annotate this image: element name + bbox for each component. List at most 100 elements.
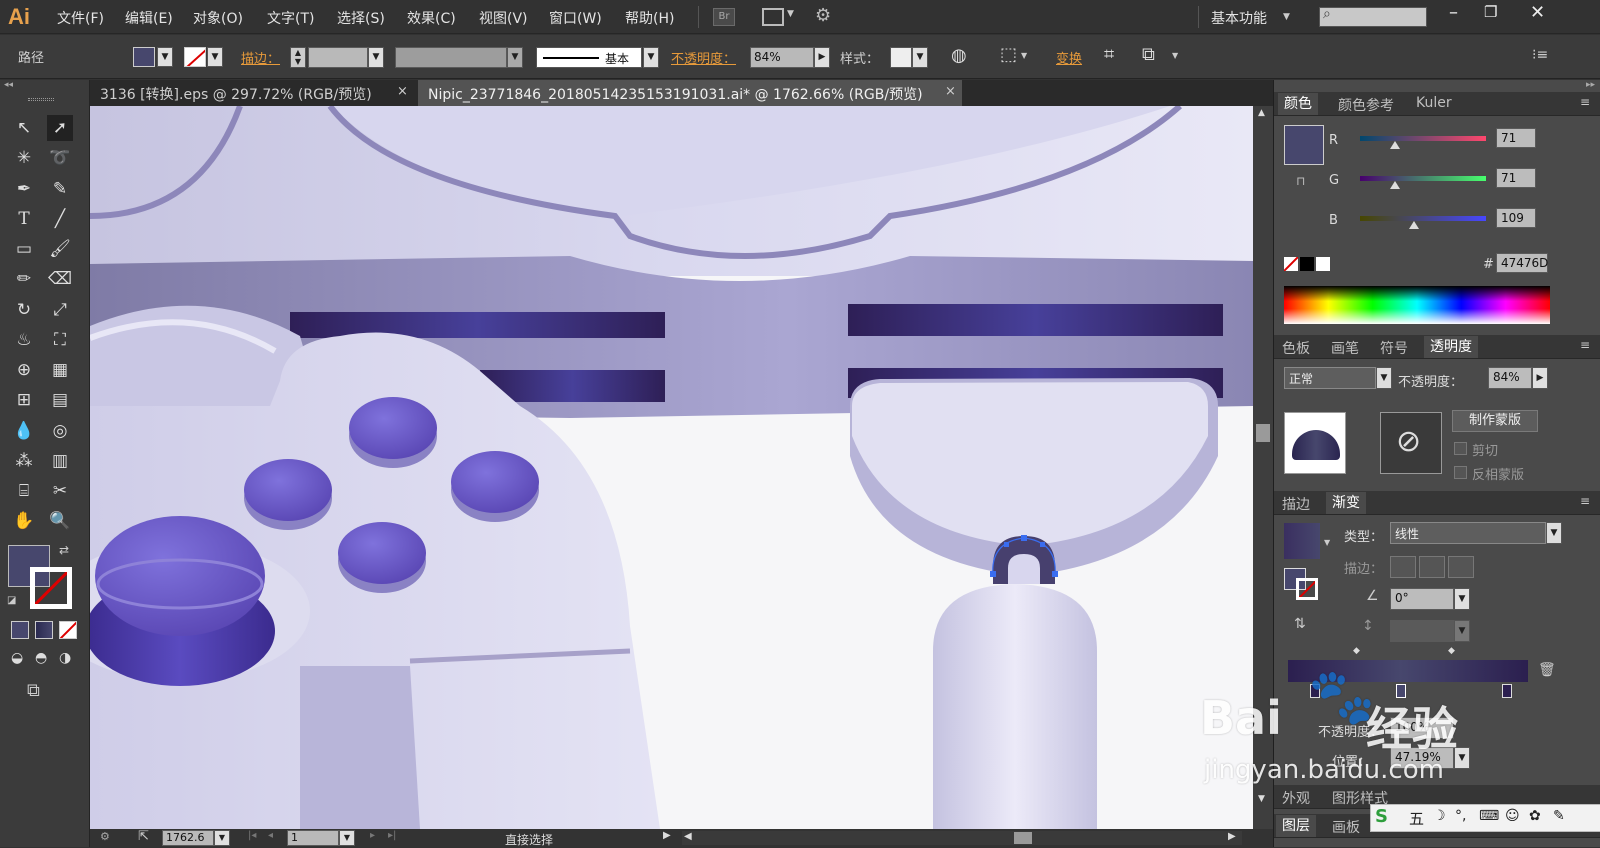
restore-icon[interactable]: ❐ bbox=[1484, 3, 1497, 21]
gradient-preview-swatch[interactable] bbox=[1284, 523, 1320, 559]
profile-dropdown[interactable]: ▼ bbox=[507, 47, 523, 68]
menu-effect[interactable]: 效果(C) bbox=[407, 8, 456, 28]
close-icon[interactable]: ✕ bbox=[1530, 2, 1545, 23]
tab-symbols[interactable]: 符号 bbox=[1380, 338, 1408, 358]
tab-close-icon[interactable]: × bbox=[397, 84, 408, 99]
menu-edit[interactable]: 编辑(E) bbox=[125, 8, 173, 28]
aspect-dropdown[interactable]: ▼ bbox=[1454, 620, 1470, 642]
blend-mode-select[interactable]: 正常 bbox=[1284, 367, 1376, 389]
transparency-opacity-dropdown[interactable]: ▶ bbox=[1532, 367, 1548, 389]
stroke-label[interactable]: 描边： bbox=[241, 48, 280, 67]
first-page-icon[interactable]: |◂ bbox=[248, 830, 256, 841]
hex-value-field[interactable]: 47476D bbox=[1496, 253, 1548, 273]
scroll-up-icon[interactable]: ▲ bbox=[1258, 108, 1265, 118]
stroke-none-icon[interactable] bbox=[30, 567, 72, 609]
blend-tool-icon[interactable]: ◎ bbox=[47, 418, 73, 444]
horizontal-scrollbar[interactable]: ◀ ▶ bbox=[682, 831, 1242, 845]
stroke-dropdown[interactable]: ▼ bbox=[207, 47, 223, 67]
current-color-swatch[interactable] bbox=[1284, 125, 1324, 165]
menu-file[interactable]: 文件(F) bbox=[57, 8, 104, 28]
export-icon[interactable]: ⇱ bbox=[138, 829, 149, 844]
out-of-web-icon[interactable]: ⊓ bbox=[1296, 174, 1305, 188]
zoom-tool-icon[interactable]: 🔍 bbox=[47, 508, 73, 534]
tab-brushes[interactable]: 画笔 bbox=[1331, 338, 1359, 358]
panel-menu-icon[interactable]: ≡ bbox=[1580, 95, 1590, 109]
moon-icon[interactable]: ☽ bbox=[1433, 808, 1446, 824]
scroll-left-icon[interactable]: ◀ bbox=[684, 831, 692, 842]
stroke-weight-stepper[interactable]: ▲ ▼ bbox=[290, 47, 306, 68]
midpoint-marker-icon[interactable]: ◆ bbox=[1353, 646, 1360, 656]
zoom-dropdown[interactable]: ▼ bbox=[214, 830, 230, 846]
minimize-icon[interactable]: – bbox=[1449, 2, 1458, 23]
isolate-icon[interactable]: ⌗ bbox=[1104, 44, 1114, 65]
gradient-mode-icon[interactable] bbox=[35, 621, 53, 639]
blend-mode-dropdown[interactable]: ▼ bbox=[1376, 367, 1392, 389]
hand-tool-icon[interactable]: ✋ bbox=[11, 508, 37, 534]
gradient-stop[interactable] bbox=[1502, 684, 1512, 698]
panel-menu-icon[interactable]: ≡ bbox=[1580, 338, 1590, 352]
gradient-type-dropdown[interactable]: ▼ bbox=[1546, 522, 1562, 544]
tab-kuler[interactable]: Kuler bbox=[1416, 95, 1452, 111]
draw-inside-icon[interactable]: ◑ bbox=[59, 650, 71, 666]
tab-document-2[interactable]: Nipic_23771846_20180514235153191031.ai* … bbox=[418, 80, 962, 106]
tab-gradient[interactable]: 渐变 bbox=[1326, 492, 1366, 514]
rectangle-tool-icon[interactable]: ▭ bbox=[11, 236, 37, 262]
brush-definition[interactable]: 基本 bbox=[536, 47, 642, 68]
keyboard-icon[interactable]: ⌨ bbox=[1479, 808, 1499, 824]
curvature-tool-icon[interactable]: ✎ bbox=[47, 176, 73, 202]
status-gear-icon[interactable]: ⚙ bbox=[100, 830, 110, 843]
b-slider-thumb[interactable] bbox=[1408, 221, 1419, 229]
aspect-ratio-field[interactable] bbox=[1390, 620, 1454, 642]
black-swatch[interactable] bbox=[1300, 257, 1314, 271]
collapse-arrows-icon[interactable]: ◂◂ bbox=[4, 80, 13, 90]
user-icon[interactable]: ☺ bbox=[1505, 808, 1520, 824]
graphic-style-swatch[interactable] bbox=[890, 47, 912, 68]
opacity-field[interactable]: 84% bbox=[750, 47, 814, 68]
menu-select[interactable]: 选择(S) bbox=[337, 8, 385, 28]
gradient-type-select[interactable]: 线性 bbox=[1390, 522, 1546, 544]
clip-checkbox[interactable] bbox=[1454, 442, 1467, 455]
make-mask-button[interactable]: 制作蒙版 bbox=[1452, 410, 1538, 432]
pen-tool-icon[interactable]: ✒ bbox=[11, 176, 37, 202]
tab-transparency[interactable]: 透明度 bbox=[1424, 336, 1478, 358]
lasso-tool-icon[interactable]: ➰ bbox=[47, 145, 73, 171]
pencil-tool-icon[interactable]: ✏ bbox=[11, 266, 37, 292]
stroke-none-swatch[interactable] bbox=[184, 47, 206, 67]
invert-mask-checkbox[interactable] bbox=[1454, 466, 1467, 479]
free-transform-tool-icon[interactable]: ⛶ bbox=[47, 327, 73, 353]
status-menu-arrow-icon[interactable]: ▶ bbox=[663, 830, 671, 841]
eyedropper-tool-icon[interactable]: 💧 bbox=[11, 418, 37, 444]
style-dropdown[interactable]: ▼ bbox=[912, 47, 928, 68]
menu-view[interactable]: 视图(V) bbox=[479, 8, 528, 28]
screen-mode-icon[interactable]: ⧉ bbox=[27, 680, 40, 701]
symbol-sprayer-tool-icon[interactable]: ⁂ bbox=[11, 448, 37, 474]
warp-tool-icon[interactable]: ♨ bbox=[11, 327, 37, 353]
white-swatch[interactable] bbox=[1316, 257, 1330, 271]
type-tool-icon[interactable]: T bbox=[11, 206, 37, 232]
b-slider[interactable] bbox=[1360, 216, 1486, 221]
skin-icon[interactable]: ✿ bbox=[1529, 808, 1541, 824]
g-value-field[interactable]: 71 bbox=[1496, 168, 1536, 188]
opacity-dropdown[interactable]: ▶ bbox=[814, 47, 830, 68]
fill-dropdown[interactable]: ▼ bbox=[157, 47, 173, 67]
object-thumbnail[interactable] bbox=[1284, 412, 1346, 474]
tab-layers[interactable]: 图层 bbox=[1276, 815, 1316, 837]
delete-stop-icon[interactable]: 🗑 bbox=[1538, 662, 1556, 678]
shape-builder-tool-icon[interactable]: ⊕ bbox=[11, 357, 37, 383]
transform-label[interactable]: 变换 bbox=[1056, 48, 1082, 67]
column-graph-tool-icon[interactable]: ▥ bbox=[47, 448, 73, 474]
ime-mode-label[interactable]: 五 bbox=[1409, 808, 1424, 829]
mask-thumbnail[interactable]: ⊘ bbox=[1380, 412, 1442, 474]
gpu-performance-icon[interactable]: ⚙ bbox=[815, 5, 831, 26]
r-value-field[interactable]: 71 bbox=[1496, 128, 1536, 148]
artboard-tool-icon[interactable]: ⌸ bbox=[11, 478, 37, 504]
selection-tool-icon[interactable]: ↖ bbox=[11, 115, 37, 141]
control-menu-icon[interactable]: ⁝≡ bbox=[1532, 47, 1548, 63]
zoom-field[interactable]: 1762.6 bbox=[162, 830, 214, 846]
paintbrush-tool-icon[interactable]: 🖌 bbox=[47, 236, 73, 262]
stroke-weight-dropdown[interactable]: ▼ bbox=[368, 47, 384, 68]
rotate-tool-icon[interactable]: ↻ bbox=[11, 297, 37, 323]
next-page-icon[interactable]: ▸ bbox=[370, 830, 375, 841]
tab-stroke[interactable]: 描边 bbox=[1282, 494, 1310, 514]
gradient-angle-field[interactable]: 0° bbox=[1390, 588, 1454, 610]
